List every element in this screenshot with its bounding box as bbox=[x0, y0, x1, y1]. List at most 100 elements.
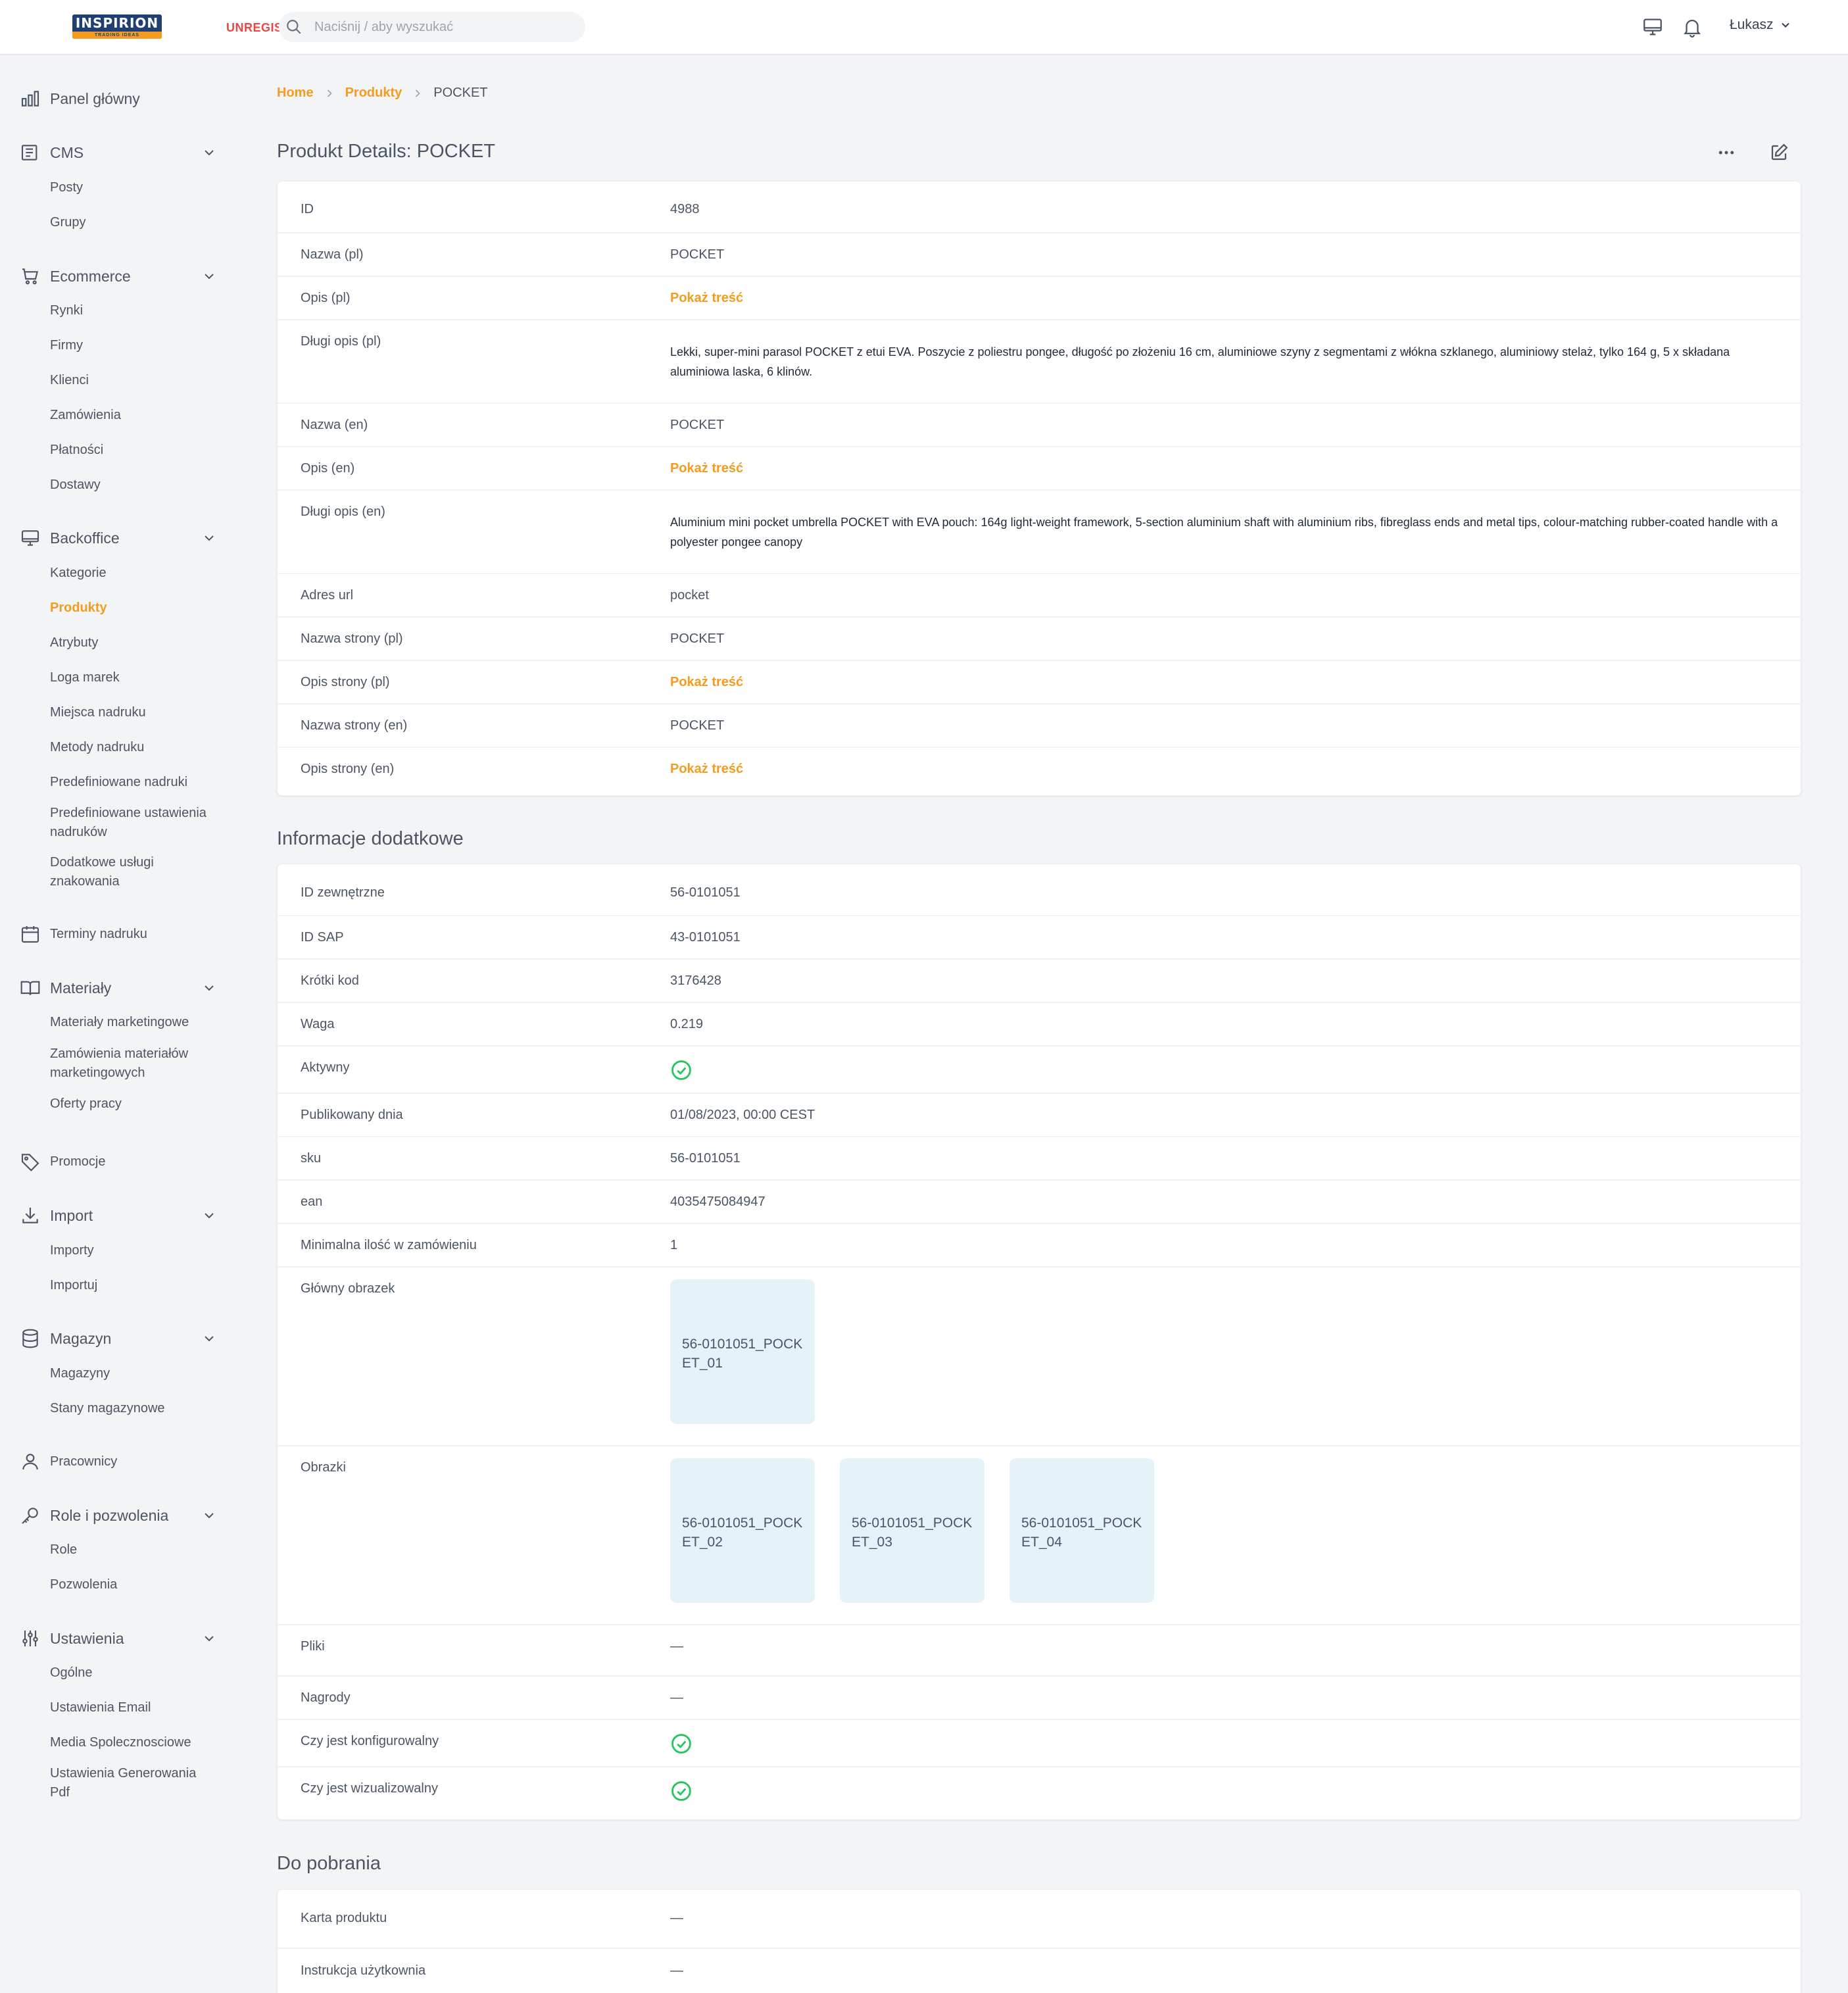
logo-tagline: TRADING IDEAS bbox=[72, 32, 162, 39]
sidebar-item-media-spolecznosciowe[interactable]: Media Spolecznosciowe bbox=[50, 1733, 214, 1752]
check-circle-icon bbox=[671, 1734, 691, 1754]
sidebar-group-label: Promocje bbox=[50, 1154, 106, 1169]
sidebar-group-label: Ustawienia bbox=[50, 1629, 124, 1647]
detail-row: Karta produktu — bbox=[278, 1890, 1802, 1948]
sidebar-item-rynki[interactable]: Rynki bbox=[50, 301, 214, 320]
detail-row: Długi opis (en) Aluminium mini pocket um… bbox=[278, 489, 1802, 573]
sidebar-item-oferty-pracy[interactable]: Oferty pracy bbox=[50, 1095, 214, 1114]
chevron-down-icon bbox=[205, 150, 214, 156]
image-thumbnail[interactable]: 56-0101051_POCKET_02 bbox=[670, 1458, 815, 1603]
sidebar-group-label: Import bbox=[50, 1206, 93, 1224]
show-content-link[interactable]: Pokaż treść bbox=[670, 291, 743, 306]
sidebar-group-label: Terminy nadruku bbox=[50, 926, 147, 941]
sidebar-item-promocje[interactable]: Promocje bbox=[20, 1148, 217, 1175]
sidebar-item-posty[interactable]: Posty bbox=[50, 178, 214, 197]
detail-row: Opis (en) Pokaż treść bbox=[278, 446, 1802, 489]
sidebar-item-dashboard[interactable]: Panel główny bbox=[20, 86, 217, 112]
search-icon bbox=[287, 20, 301, 34]
sidebar-item-materialy-marketingowe[interactable]: Materiały marketingowe bbox=[50, 1013, 214, 1032]
detail-row: ID zewnętrzne 56-0101051 bbox=[278, 864, 1802, 915]
sidebar-item-zamowienia-materialow[interactable]: Zamówienia materiałów marketingowych bbox=[50, 1045, 214, 1083]
sidebar-item-predefiniowane-ustawienia[interactable]: Predefiniowane ustawienia nadruków bbox=[50, 804, 214, 842]
detail-label: Nagrody bbox=[301, 1690, 351, 1705]
detail-row: Adres url pocket bbox=[278, 573, 1802, 616]
monitor-icon[interactable] bbox=[1641, 16, 1664, 38]
sidebar-group-materialy[interactable]: Materiały bbox=[20, 975, 217, 1001]
sidebar-item-stany-magazynowe[interactable]: Stany magazynowe bbox=[50, 1399, 214, 1418]
sidebar-item-ogolne[interactable]: Ogólne bbox=[50, 1663, 214, 1683]
sidebar-item-produkty[interactable]: Produkty bbox=[50, 599, 214, 618]
breadcrumb-current: POCKET bbox=[433, 86, 488, 100]
bell-icon[interactable] bbox=[1681, 16, 1703, 38]
image-thumbnail[interactable]: 56-0101051_POCKET_04 bbox=[1009, 1458, 1154, 1603]
show-content-link[interactable]: Pokaż treść bbox=[670, 461, 743, 476]
sidebar-group-label: CMS bbox=[50, 143, 84, 161]
sidebar-item-dodatkowe-uslugi[interactable]: Dodatkowe usługi znakowania bbox=[50, 853, 214, 891]
detail-label: Karta produktu bbox=[301, 1911, 387, 1925]
sidebar-item-ustawienia-pdf[interactable]: Ustawienia Generowania Pdf bbox=[50, 1764, 214, 1802]
detail-row: Opis strony (pl) Pokaż treść bbox=[278, 660, 1802, 703]
sidebar-item-predefiniowane-nadruki[interactable]: Predefiniowane nadruki bbox=[50, 773, 214, 792]
detail-label: sku bbox=[301, 1151, 322, 1166]
detail-label: Opis (en) bbox=[301, 461, 355, 476]
sidebar-item-magazyny[interactable]: Magazyny bbox=[50, 1364, 214, 1383]
detail-row: Czy jest wizualizowalny bbox=[278, 1766, 1802, 1821]
sidebar-group-cms[interactable]: CMS bbox=[20, 139, 217, 166]
sidebar-item-platnosci[interactable]: Płatności bbox=[50, 441, 214, 460]
sidebar-item-miejsca-nadruku[interactable]: Miejsca nadruku bbox=[50, 703, 214, 722]
detail-row: ean 4035475084947 bbox=[278, 1179, 1802, 1223]
sidebar-group-backoffice[interactable]: Backoffice bbox=[20, 525, 217, 551]
main-image-thumbnail[interactable]: 56-0101051_POCKET_01 bbox=[670, 1279, 815, 1424]
breadcrumb-produkty[interactable]: Produkty bbox=[345, 86, 402, 101]
sidebar-item-klienci[interactable]: Klienci bbox=[50, 371, 214, 390]
more-actions-button[interactable] bbox=[1713, 139, 1739, 166]
chevron-right-icon bbox=[327, 89, 332, 97]
user-menu[interactable]: Łukasz bbox=[1730, 17, 1792, 33]
search-input[interactable] bbox=[314, 12, 577, 42]
sidebar-item-atrybuty[interactable]: Atrybuty bbox=[50, 633, 214, 652]
sidebar-item-role[interactable]: Role bbox=[50, 1540, 214, 1560]
detail-label: ID bbox=[301, 202, 314, 216]
inspirion-logo[interactable]: INSPIRION TRADING IDEAS bbox=[72, 14, 162, 39]
sidebar-item-zamowienia[interactable]: Zamówienia bbox=[50, 406, 214, 425]
image-thumbnail[interactable]: 56-0101051_POCKET_03 bbox=[840, 1458, 985, 1603]
sidebar-group-magazyn[interactable]: Magazyn bbox=[20, 1325, 217, 1352]
breadcrumb-home[interactable]: Home bbox=[277, 86, 314, 101]
image-name: 56-0101051_POCKET_01 bbox=[682, 1337, 803, 1371]
sidebar-group-ecommerce[interactable]: Ecommerce bbox=[20, 263, 217, 289]
detail-label: Minimalna ilość w zamówieniu bbox=[301, 1238, 477, 1252]
book-icon bbox=[20, 981, 40, 995]
detail-value: 56-0101051 bbox=[670, 1151, 741, 1166]
sidebar-item-terminy-nadruku[interactable]: Terminy nadruku bbox=[20, 921, 217, 947]
sidebar-item-metody-nadruku[interactable]: Metody nadruku bbox=[50, 738, 214, 757]
detail-value: POCKET bbox=[670, 718, 725, 733]
show-content-link[interactable]: Pokaż treść bbox=[670, 675, 743, 690]
show-content-link[interactable]: Pokaż treść bbox=[670, 762, 743, 777]
sidebar-item-ustawienia-email[interactable]: Ustawienia Email bbox=[50, 1698, 214, 1717]
sidebar-item-firmy[interactable]: Firmy bbox=[50, 336, 214, 355]
sidebar-item-importy[interactable]: Importy bbox=[50, 1241, 214, 1260]
detail-value: pocket bbox=[670, 588, 709, 603]
detail-label: Główny obrazek bbox=[301, 1281, 395, 1296]
sidebar-item-loga-marek[interactable]: Loga marek bbox=[50, 668, 214, 687]
search-box[interactable] bbox=[279, 12, 585, 42]
detail-row: Opis strony (en) Pokaż treść bbox=[278, 747, 1802, 797]
sidebar-group-label: Pracownicy bbox=[50, 1454, 118, 1469]
detail-value: 0.219 bbox=[670, 1017, 704, 1031]
sidebar-group-ustawienia[interactable]: Ustawienia bbox=[20, 1625, 217, 1652]
detail-value: 43-0101051 bbox=[670, 930, 741, 945]
sidebar-item-importuj[interactable]: Importuj bbox=[50, 1276, 214, 1295]
sidebar-item-pozwolenia[interactable]: Pozwolenia bbox=[50, 1575, 214, 1594]
edit-button[interactable] bbox=[1766, 139, 1792, 166]
chevron-down-icon bbox=[205, 274, 214, 280]
sidebar-group-role[interactable]: Role i pozwolenia bbox=[20, 1502, 217, 1529]
detail-row: Publikowany dnia 01/08/2023, 00:00 CEST bbox=[278, 1093, 1802, 1136]
sidebar-group-import[interactable]: Import bbox=[20, 1202, 217, 1229]
sidebar-item-grupy[interactable]: Grupy bbox=[50, 213, 214, 232]
chart-bar-icon bbox=[21, 91, 39, 107]
sidebar-item-kategorie[interactable]: Kategorie bbox=[50, 564, 214, 583]
sidebar-item-pracownicy[interactable]: Pracownicy bbox=[20, 1448, 217, 1475]
sidebar-item-dostawy[interactable]: Dostawy bbox=[50, 476, 214, 495]
chevron-down-icon bbox=[1781, 22, 1789, 28]
detail-row: Minimalna ilość w zamówieniu 1 bbox=[278, 1223, 1802, 1266]
